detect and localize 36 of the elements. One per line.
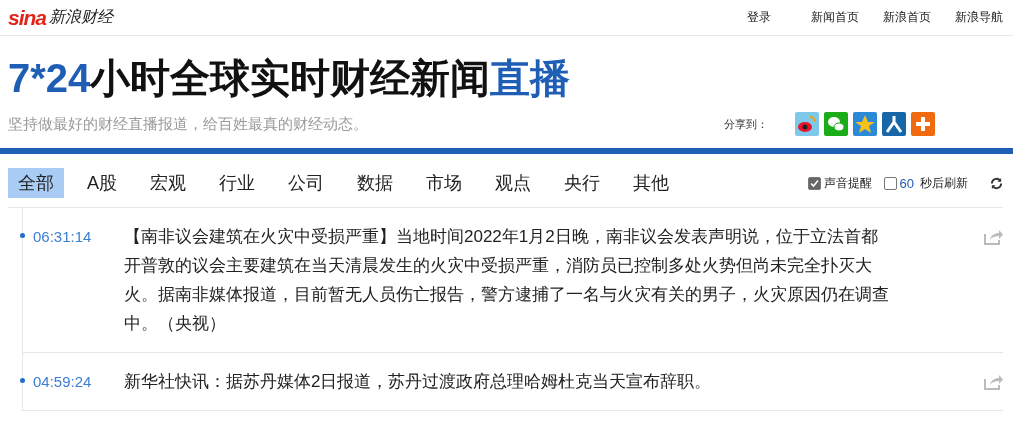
checkbox[interactable]	[883, 176, 897, 190]
option-label: 秒后刷新	[920, 174, 968, 192]
category-tab[interactable]: 观点	[485, 168, 541, 198]
share-label: 分享到：	[724, 116, 768, 132]
timeline-dot	[20, 233, 25, 238]
category-tab[interactable]: 公司	[278, 168, 334, 198]
timeline-dot	[20, 378, 25, 383]
plus-icon[interactable]	[911, 112, 935, 136]
news-text: 新华社快讯：据苏丹媒体2日报道，苏丹过渡政府总理哈姆杜克当天宣布辞职。	[124, 371, 713, 393]
subtitle: 坚持做最好的财经直播报道，给百姓最真的财经动态。	[8, 114, 368, 134]
option-label: 声音提醒	[823, 174, 872, 192]
category-tab[interactable]: 市场	[416, 168, 472, 198]
person-icon[interactable]	[882, 112, 906, 136]
nav-link[interactable]: 新闻首页	[811, 9, 859, 26]
news-time: 06:31:14	[32, 227, 93, 247]
news-time: 04:59:24	[32, 372, 93, 392]
nav-link[interactable]: 新浪首页	[883, 9, 931, 26]
category-tab[interactable]: 央行	[554, 168, 610, 198]
category-tab[interactable]: 数据	[347, 168, 403, 198]
category-tab[interactable]: A股	[77, 168, 127, 198]
page-title: 7*24小时全球实时财经新闻直播	[8, 55, 572, 102]
wechat-icon[interactable]	[824, 112, 848, 136]
news-text: 【南非议会建筑在火灾中受损严重】当地时间2022年1月2日晚，南非议会发表声明说，位于立法首都开普敦的议会主要建筑在当天清晨发生的火灾中受损严重，消防员已控制多处火势但尚未完全扑灭大火。据南非媒体报道，目前暂无人员伤亡报告，警方逮捕了一名与火灾有关的男子，火灾原因仍在调查中。（央视）	[124, 226, 889, 335]
category-tab[interactable]: 行业	[209, 168, 265, 198]
nav-link[interactable]: 新浪导航	[955, 9, 1003, 26]
star-icon[interactable]	[853, 112, 877, 136]
countdown: 60	[899, 175, 914, 191]
refresh-icon[interactable]	[990, 176, 1003, 190]
weibo-icon[interactable]	[795, 112, 819, 136]
logo-text: 新浪财经	[49, 7, 114, 27]
category-tab[interactable]: 其他	[623, 168, 679, 198]
nav-link[interactable]: 登录	[747, 9, 771, 26]
checkbox[interactable]	[807, 176, 821, 190]
category-tab[interactable]: 宏观	[140, 168, 196, 198]
logo[interactable]: sina	[8, 5, 47, 30]
category-tab[interactable]: 全部	[8, 168, 64, 198]
